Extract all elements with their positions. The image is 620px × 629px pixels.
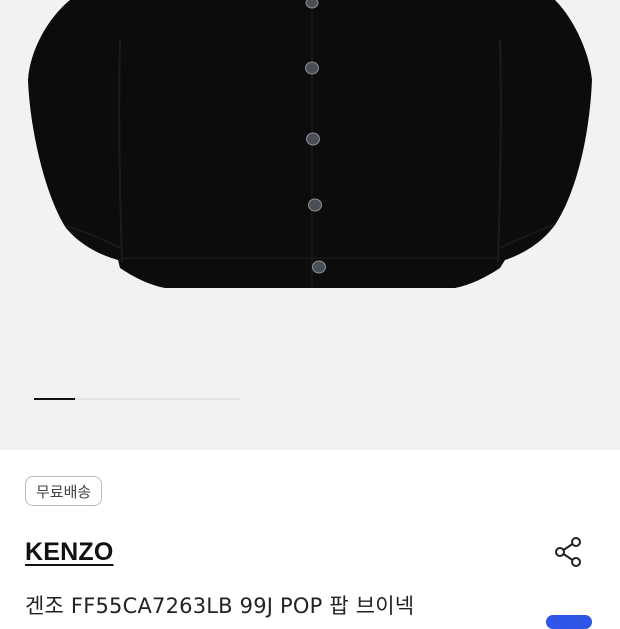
brand-link[interactable]: KENZO — [25, 538, 114, 567]
slide-progress-fill — [34, 398, 76, 400]
product-image — [28, 0, 592, 288]
slide-progress-track — [34, 398, 240, 400]
free-shipping-badge: 무료배송 — [25, 476, 103, 506]
product-info: 무료배송 KENZO 겐조 FF55CA7263LB 99J POP 팝 브이넥 — [0, 450, 620, 629]
product-image-gallery[interactable] — [0, 0, 620, 450]
product-title: 겐조 FF55CA7263LB 99J POP 팝 브이넥 — [25, 594, 415, 618]
share-icon[interactable] — [550, 534, 586, 570]
floating-action-button[interactable] — [546, 615, 592, 629]
